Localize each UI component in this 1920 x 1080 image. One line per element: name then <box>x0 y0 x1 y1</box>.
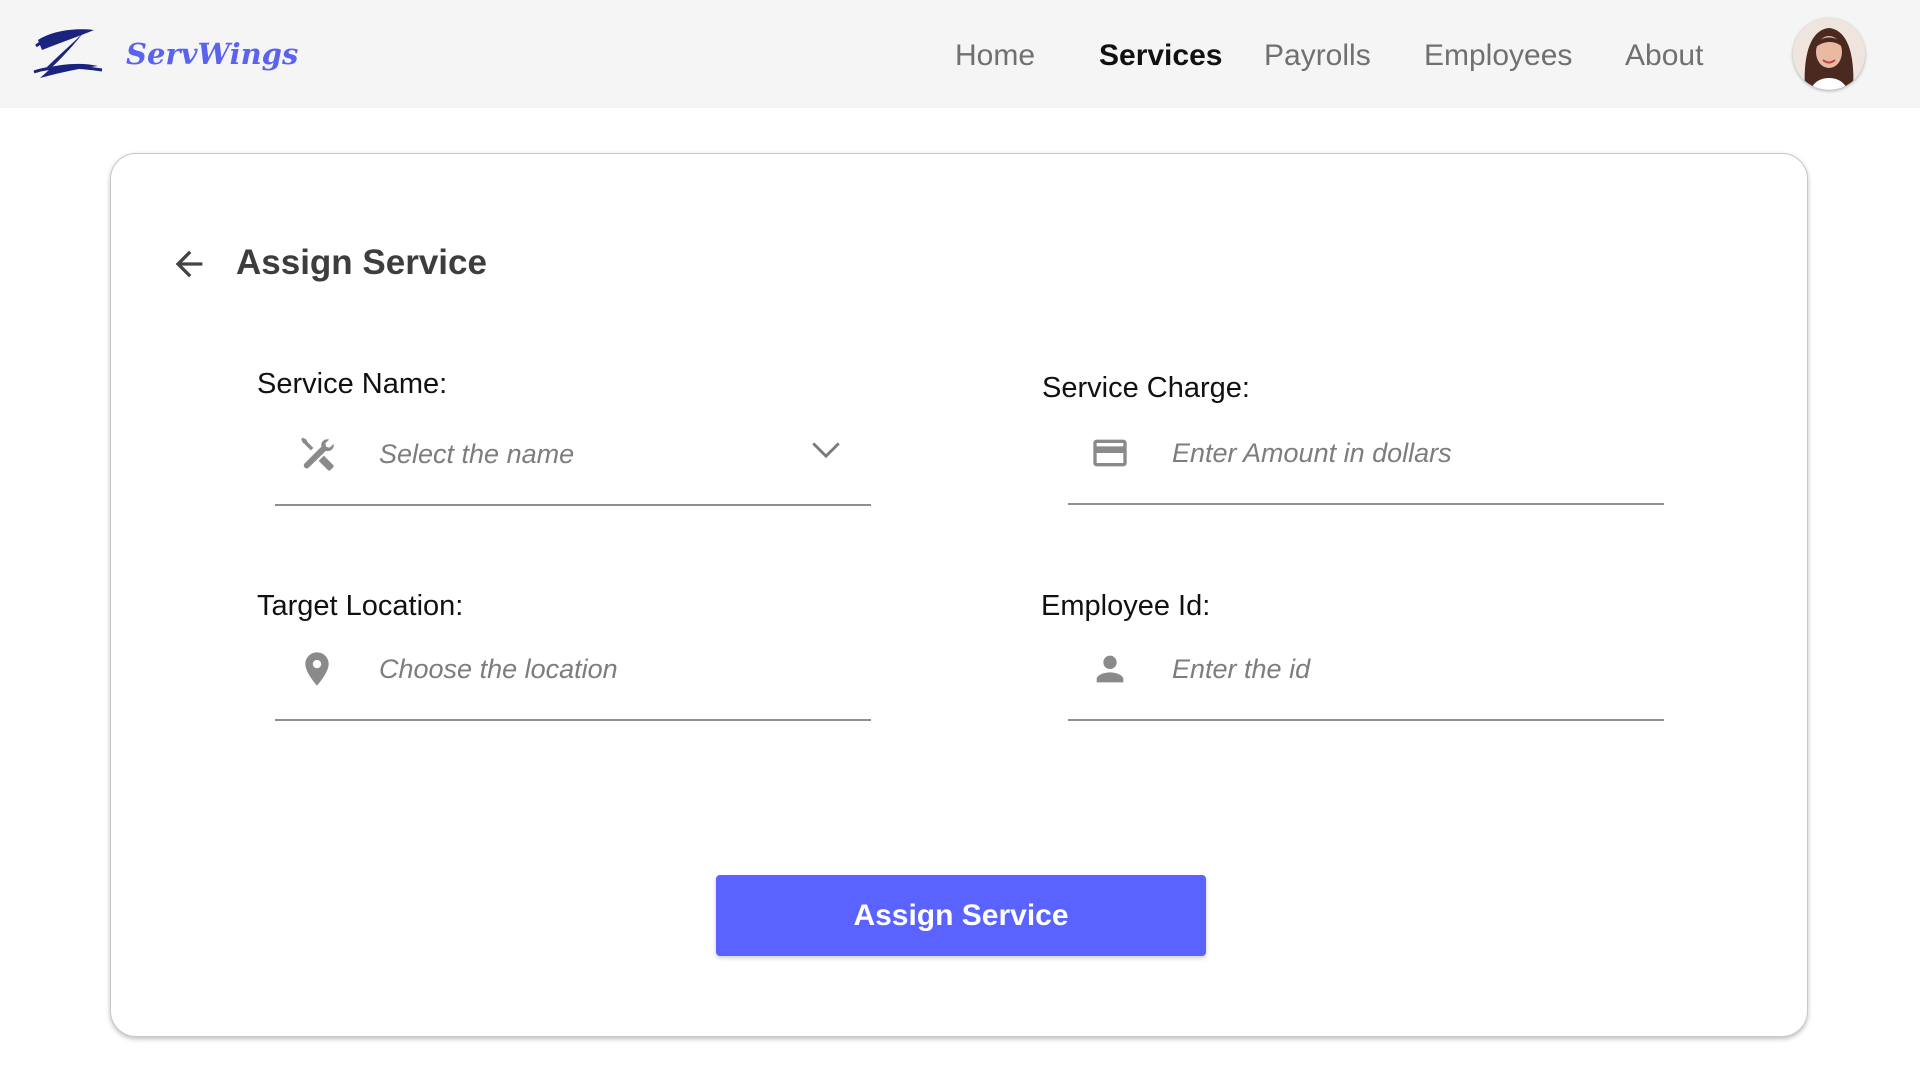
employee-id-input[interactable]: Enter the id <box>1068 635 1664 721</box>
assign-service-card: Assign Service Service Name: Select the … <box>110 153 1808 1037</box>
back-arrow-icon[interactable] <box>169 244 209 284</box>
person-icon <box>1096 655 1124 683</box>
credit-card-icon <box>1093 439 1127 467</box>
target-location-input[interactable]: Choose the location <box>275 635 871 721</box>
service-charge-input[interactable]: Enter Amount in dollars <box>1068 419 1664 505</box>
chevron-down-icon[interactable] <box>809 432 843 466</box>
service-name-placeholder: Select the name <box>379 439 575 469</box>
user-avatar[interactable] <box>1793 18 1865 90</box>
target-location-label: Target Location: <box>257 590 464 622</box>
nav-item-employees[interactable]: Employees <box>1424 36 1572 76</box>
employee-id-placeholder: Enter the id <box>1172 654 1311 684</box>
page-title: Assign Service <box>236 243 487 282</box>
service-charge-label: Service Charge: <box>1042 372 1250 404</box>
location-pin-icon <box>305 652 329 686</box>
employee-id-label: Employee Id: <box>1041 590 1211 622</box>
target-location-placeholder: Choose the location <box>379 654 618 684</box>
assign-service-button[interactable]: Assign Service <box>716 875 1206 956</box>
brand-home-link[interactable]: ServWings <box>32 24 298 84</box>
user-avatar-image <box>1793 18 1865 90</box>
nav-item-payrolls[interactable]: Payrolls <box>1264 36 1371 76</box>
service-charge-placeholder: Enter Amount in dollars <box>1172 438 1452 468</box>
brand-name: ServWings <box>126 37 299 71</box>
top-navbar: ServWings Home Services Payrolls Employe… <box>0 0 1920 108</box>
nav-item-services[interactable]: Services <box>1099 36 1222 76</box>
service-name-select[interactable]: Select the name <box>275 420 871 506</box>
tools-icon <box>301 437 334 471</box>
nav-item-home[interactable]: Home <box>955 36 1035 76</box>
brand-logo-icon <box>33 29 103 78</box>
service-name-label: Service Name: <box>257 368 448 400</box>
nav-item-about[interactable]: About <box>1625 36 1703 76</box>
